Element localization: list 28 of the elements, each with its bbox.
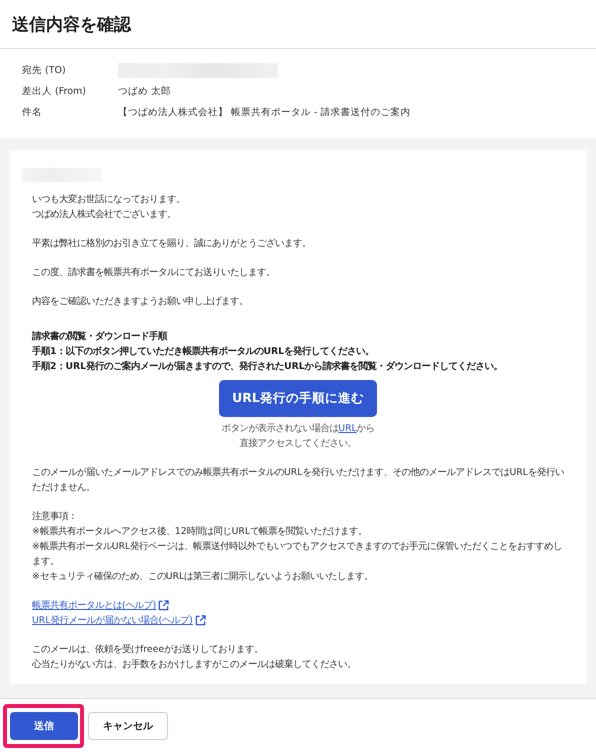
external-link-icon [158,600,170,611]
body-text: 平素は弊社に格別のお引き立てを賜り、誠にありがとうございます。 [32,237,312,251]
body-text: ※セキュリティ確保のため、このURLは第三者に開示しないようお願いいたします。 [32,570,374,584]
body-text: 内容をご確認いただきますようお願い申し上げます。 [32,295,249,309]
field-label: 件名 [22,106,43,118]
body-text: ※帳票共有ポータルへアクセス後、12時間は同じURLで帳票を閲覧いただけます。 [32,525,368,539]
step-text: 手順2：URL発行のご案内メールが届きますので、発行されたURLから請求書を閲覧・ダウンロードしてください。 [32,360,504,374]
body-text: この度、請求書を帳票共有ポータルにてお送りいたします。 [32,266,276,280]
external-link-icon [194,615,206,626]
url-issue-button[interactable]: URL発行の手順に進む [219,380,377,417]
body-text: ※帳票共有ポータルURL発行ページは、帳票送付時以外でもいつでもアクセスできますのでお手元に保管いただくことをおすすめします。 [32,540,564,569]
step-text: 請求書の閲覧・ダウンロード手順 [32,330,168,344]
body-text: 心当たりがない方は、お手数をおかけしますがこのメールは破棄してください。 [32,658,357,672]
field-value: 【つばめ法人株式会社】 帳票共有ポータル - 請求書送付のご案内 [118,106,412,118]
body-text: このメールは、依頼を受けfreeeがお送りしております。 [32,643,264,657]
fallback-note: ボタンが表示されない場合はURLから 直接アクセスしてください。 [220,422,376,451]
body-text: つばめ法人株式会社でございます。 [32,208,177,222]
field-value: つばめ 太郎 [118,84,172,98]
body-text: いつも大変お世話になっております。 [32,193,186,207]
send-button[interactable]: 送信 [10,712,78,740]
body-text: このメールが届いたメールアドレスでのみ帳票共有ポータルのURLを発行いただけます、その他のメールアドレスではURLを発行いただけません。 [32,466,564,495]
body-text: 注意事項： [32,510,78,524]
field-label: 差出人 (From) [22,84,87,98]
url-link[interactable]: URL [338,423,357,434]
cancel-button[interactable]: キャンセル [88,712,168,740]
field-label: 宛先 (TO) [22,64,67,77]
step-text: 手順1：以下のボタン押していただき帳票共有ポータルのURLを発行してください。 [32,344,376,359]
page-title: 送信内容を確認 [12,14,131,36]
